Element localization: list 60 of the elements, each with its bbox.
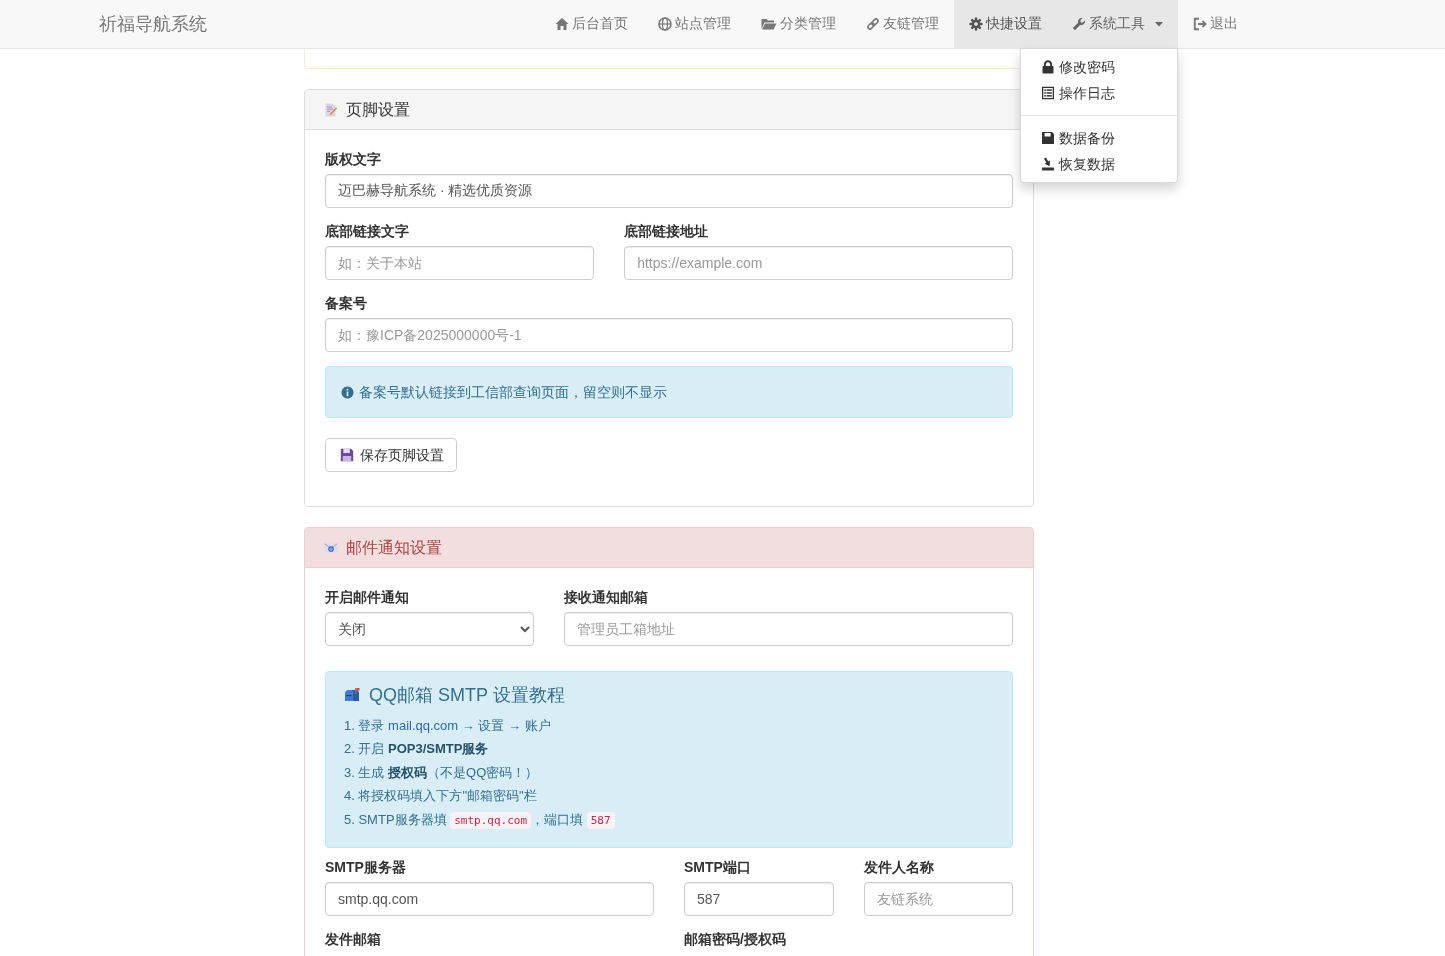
field-label: 底部链接地址 bbox=[624, 222, 710, 241]
select-field[interactable]: 关闭 bbox=[325, 612, 535, 646]
mailbox-icon bbox=[344, 687, 360, 703]
save-button[interactable]: 保存页脚设置 bbox=[325, 438, 457, 472]
nav-link[interactable]: 友链管理 bbox=[851, 0, 954, 48]
nav-link[interactable]: 快捷设置 bbox=[954, 0, 1057, 48]
field-label: 开启邮件通知 bbox=[325, 588, 410, 607]
input-field[interactable]: 如：豫ICP备2025000000号-1 bbox=[325, 318, 1013, 352]
brand-title[interactable]: 祈福导航系统 bbox=[84, 0, 222, 48]
link[interactable]: mail.qq.com bbox=[388, 718, 459, 733]
nav-link[interactable]: 退出 bbox=[1178, 0, 1253, 48]
field-label: 发件邮箱 bbox=[325, 930, 382, 950]
tutorial-step: 1. 登录 mail.qq.com → 设置 → 账户 bbox=[344, 714, 994, 738]
panel-title: 页脚设置 bbox=[346, 100, 410, 119]
nav-link[interactable]: 站点管理 bbox=[643, 0, 746, 48]
menu-item[interactable]: 操作日志 bbox=[1021, 80, 1177, 106]
field-label: 发件人名称 bbox=[863, 858, 935, 878]
home-icon bbox=[555, 17, 569, 31]
info-icon bbox=[341, 385, 354, 399]
menu-item[interactable]: 修改密码 bbox=[1021, 54, 1177, 80]
field-label: 备案号 bbox=[325, 294, 368, 313]
tutorial-step: 2. 开启 POP3/SMTP服务 bbox=[344, 737, 994, 761]
list-icon bbox=[1041, 86, 1055, 100]
alert-text: 备案号默认链接到工信部查询页面，留空则不显示 bbox=[359, 383, 667, 402]
input-field[interactable]: https://example.com bbox=[624, 246, 1013, 280]
input-field[interactable]: 587 bbox=[684, 882, 834, 917]
field-label: 版权文字 bbox=[325, 150, 382, 169]
input-field[interactable]: 如：关于本站 bbox=[325, 246, 595, 280]
tutorial-step: 4. 将授权码填入下方"邮箱密码"栏 bbox=[344, 784, 994, 808]
wrench-icon bbox=[1072, 17, 1086, 31]
field-label: 底部链接文字 bbox=[325, 222, 410, 241]
tutorial-step: 3. 生成 授权码（不是QQ密码！） bbox=[344, 760, 994, 785]
settings-icon bbox=[969, 17, 983, 31]
folder-icon bbox=[761, 17, 777, 31]
nav-link[interactable]: 系统工具 bbox=[1057, 0, 1178, 48]
link-icon bbox=[866, 17, 880, 31]
nav-link[interactable]: 后台首页 bbox=[540, 0, 643, 48]
globe-icon bbox=[658, 17, 672, 31]
caret-icon bbox=[1155, 21, 1163, 27]
input-field[interactable]: 管理员工箱地址 bbox=[564, 612, 1013, 646]
field-label: SMTP端口 bbox=[684, 858, 752, 878]
lock-icon bbox=[1041, 60, 1055, 74]
field-label: 接收通知邮箱 bbox=[564, 588, 650, 607]
tutorial-title: QQ邮箱 SMTP 设置教程 bbox=[369, 684, 565, 707]
menu-item[interactable]: 数据备份 bbox=[1021, 125, 1177, 151]
code-snippet: smtp.qq.com bbox=[450, 811, 532, 829]
input-field[interactable]: smtp.qq.com bbox=[325, 882, 654, 917]
nav-link[interactable]: 分类管理 bbox=[746, 0, 851, 48]
tray-arrow-icon bbox=[1041, 157, 1055, 171]
input-field[interactable]: 友链系统 bbox=[863, 882, 1013, 917]
logout-icon bbox=[1193, 17, 1207, 31]
menu-item[interactable]: 恢复数据 bbox=[1021, 151, 1177, 177]
code-snippet: 587 bbox=[586, 811, 615, 829]
field-label: SMTP服务器 bbox=[325, 858, 407, 878]
memo-icon bbox=[324, 102, 338, 117]
input-field[interactable]: 迈巴赫导航系统 · 精选优质资源 bbox=[325, 174, 1013, 208]
tutorial-step: 5. SMTP服务器填 smtp.qq.com ，端口填 587 bbox=[344, 807, 994, 833]
field-label: 邮箱密码/授权码 bbox=[684, 930, 787, 950]
panel-title: 邮件通知设置 bbox=[346, 538, 442, 557]
envelope-icon bbox=[324, 540, 338, 555]
